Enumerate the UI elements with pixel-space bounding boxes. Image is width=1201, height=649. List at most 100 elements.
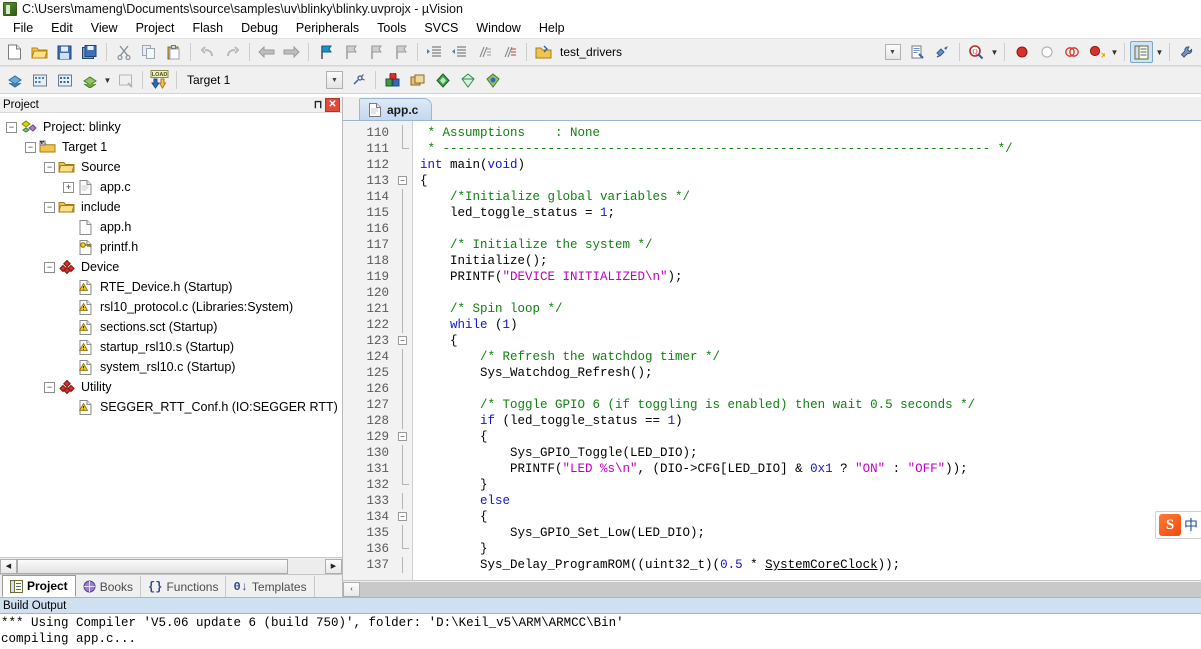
scroll-thumb[interactable] <box>17 558 289 574</box>
save-button[interactable] <box>53 41 76 63</box>
new-file-button[interactable] <box>3 41 26 63</box>
pack-installer-button[interactable] <box>431 69 454 91</box>
ime-mode-label[interactable]: 中 <box>1184 515 1198 535</box>
open-file-button[interactable] <box>28 41 51 63</box>
tree-item[interactable]: − Utility <box>0 377 342 397</box>
collapse-minus-icon[interactable]: − <box>44 201 55 213</box>
menu-svcs[interactable]: SVCS <box>415 19 467 37</box>
kill-all-breakpoints-button[interactable]: ✕ <box>1085 41 1108 63</box>
tab-books[interactable]: Books <box>76 576 142 597</box>
window-layout-button[interactable] <box>1130 41 1153 63</box>
fold-marker[interactable]: − <box>395 509 412 525</box>
sogou-logo-icon[interactable]: S <box>1159 514 1181 536</box>
expand-plus-icon[interactable]: + <box>63 181 74 193</box>
project-tree[interactable]: − Project: blinky − Target 1− Source + app.c − i… <box>0 113 342 557</box>
code-view[interactable]: 110 111 112 113 114 115 116 117 118 119 120 121 122 1… <box>343 121 1201 580</box>
project-window-button[interactable] <box>532 41 555 63</box>
build-output-text[interactable]: *** Using Compiler 'V5.06 update 6 (buil… <box>0 614 1201 649</box>
menu-flash[interactable]: Flash <box>183 19 232 37</box>
bookmark-prev-button[interactable] <box>339 41 362 63</box>
close-icon[interactable]: ✕ <box>325 97 340 112</box>
batch-build-chevron-down-icon[interactable]: ▼ <box>102 69 113 91</box>
search-button[interactable]: Q <box>965 41 988 63</box>
save-all-button[interactable] <box>78 41 101 63</box>
tree-item[interactable]: printf.h <box>0 237 342 257</box>
breakpoints-chevron-down-icon[interactable]: ▼ <box>1109 41 1120 63</box>
collapse-minus-icon[interactable]: − <box>6 121 17 133</box>
configure-tools-button[interactable] <box>1175 41 1198 63</box>
rebuild-all-button[interactable] <box>53 69 76 91</box>
menu-edit[interactable]: Edit <box>42 19 82 37</box>
download-button[interactable]: LOAD <box>148 69 171 91</box>
tree-item[interactable]: − Target 1 <box>0 137 342 157</box>
tab-templates[interactable]: 0↓ Templates <box>226 576 315 597</box>
sogou-ime-toolbar[interactable]: S 中 <box>1155 511 1201 539</box>
tree-item[interactable]: − include <box>0 197 342 217</box>
bookmark-next-button[interactable] <box>364 41 387 63</box>
pin-icon[interactable]: ⊓ <box>311 98 325 112</box>
scroll-track[interactable] <box>17 558 325 574</box>
tree-item[interactable]: RTE_Device.h (Startup) <box>0 277 342 297</box>
menu-view[interactable]: View <box>82 19 127 37</box>
batch-build-button[interactable] <box>78 69 101 91</box>
target-options-button[interactable] <box>347 69 370 91</box>
scroll-right-icon[interactable]: ▶ <box>325 558 342 574</box>
tree-item[interactable]: startup_rsl10.s (Startup) <box>0 337 342 357</box>
indent-right-button[interactable] <box>423 41 446 63</box>
collapse-minus-icon[interactable]: − <box>44 161 55 173</box>
fold-marker[interactable]: − <box>395 333 412 349</box>
uncomment-lines-button[interactable] <box>498 41 521 63</box>
configure-target-button[interactable] <box>931 41 954 63</box>
bookmark-toggle-button[interactable] <box>314 41 337 63</box>
target-chevron-down-icon[interactable]: ▼ <box>326 71 343 89</box>
tree-item[interactable]: + app.c <box>0 177 342 197</box>
find-in-files-button[interactable] <box>906 41 929 63</box>
paste-button[interactable] <box>162 41 185 63</box>
window-layout-chevron-down-icon[interactable]: ▼ <box>1154 41 1165 63</box>
comment-lines-button[interactable] <box>473 41 496 63</box>
scroll-left-icon[interactable]: ‹ <box>343 581 360 597</box>
project-combo-arrow[interactable]: ▼ <box>881 41 904 63</box>
tree-item[interactable]: sections.sct (Startup) <box>0 317 342 337</box>
tree-item[interactable]: − Project: blinky <box>0 117 342 137</box>
insert-breakpoint-button[interactable] <box>1010 41 1033 63</box>
tab-project[interactable]: Project <box>2 575 76 597</box>
collapse-minus-icon[interactable]: − <box>25 141 36 153</box>
project-tree-hscrollbar[interactable]: ◀ ▶ <box>0 557 342 574</box>
menu-tools[interactable]: Tools <box>368 19 415 37</box>
navigate-forward-button[interactable] <box>280 41 303 63</box>
menu-help[interactable]: Help <box>530 19 574 37</box>
tree-item[interactable]: rsl10_protocol.c (Libraries:System) <box>0 297 342 317</box>
code-text[interactable]: * Assumptions : None * -----------------… <box>412 121 1201 580</box>
tab-functions[interactable]: {} Functions <box>141 576 227 597</box>
bookmark-clear-button[interactable] <box>389 41 412 63</box>
search-chevron-down-icon[interactable]: ▼ <box>989 41 1000 63</box>
document-tab-app-c[interactable]: app.c <box>359 98 433 120</box>
tree-item[interactable]: SEGGER_RTT_Conf.h (IO:SEGGER RTT) <box>0 397 342 417</box>
collapse-minus-icon[interactable]: − <box>398 336 407 345</box>
code-fold-column[interactable]: − − − − <box>395 121 412 580</box>
disable-all-breakpoints-button[interactable] <box>1060 41 1083 63</box>
indent-left-button[interactable] <box>448 41 471 63</box>
collapse-minus-icon[interactable]: − <box>44 261 55 273</box>
navigate-back-button[interactable] <box>255 41 278 63</box>
disable-breakpoint-button[interactable] <box>1035 41 1058 63</box>
editor-hscrollbar[interactable]: ‹ <box>343 580 1201 597</box>
tree-item[interactable]: − Source <box>0 157 342 177</box>
collapse-minus-icon[interactable]: − <box>398 512 407 521</box>
menu-peripherals[interactable]: Peripherals <box>287 19 368 37</box>
menu-debug[interactable]: Debug <box>232 19 287 37</box>
collapse-minus-icon[interactable]: − <box>398 432 407 441</box>
tree-item[interactable]: − Device <box>0 257 342 277</box>
manage-run-time-env-button[interactable] <box>456 69 479 91</box>
tree-item[interactable]: system_rsl10.c (Startup) <box>0 357 342 377</box>
collapse-minus-icon[interactable]: − <box>44 381 55 393</box>
menu-window[interactable]: Window <box>467 19 529 37</box>
fold-marker[interactable]: − <box>395 429 412 445</box>
build-target-button[interactable] <box>28 69 51 91</box>
stop-build-button[interactable] <box>114 69 137 91</box>
collapse-minus-icon[interactable]: − <box>398 176 407 185</box>
manage-project-items-button[interactable] <box>381 69 404 91</box>
translate-file-button[interactable] <box>3 69 26 91</box>
menu-project[interactable]: Project <box>127 19 184 37</box>
